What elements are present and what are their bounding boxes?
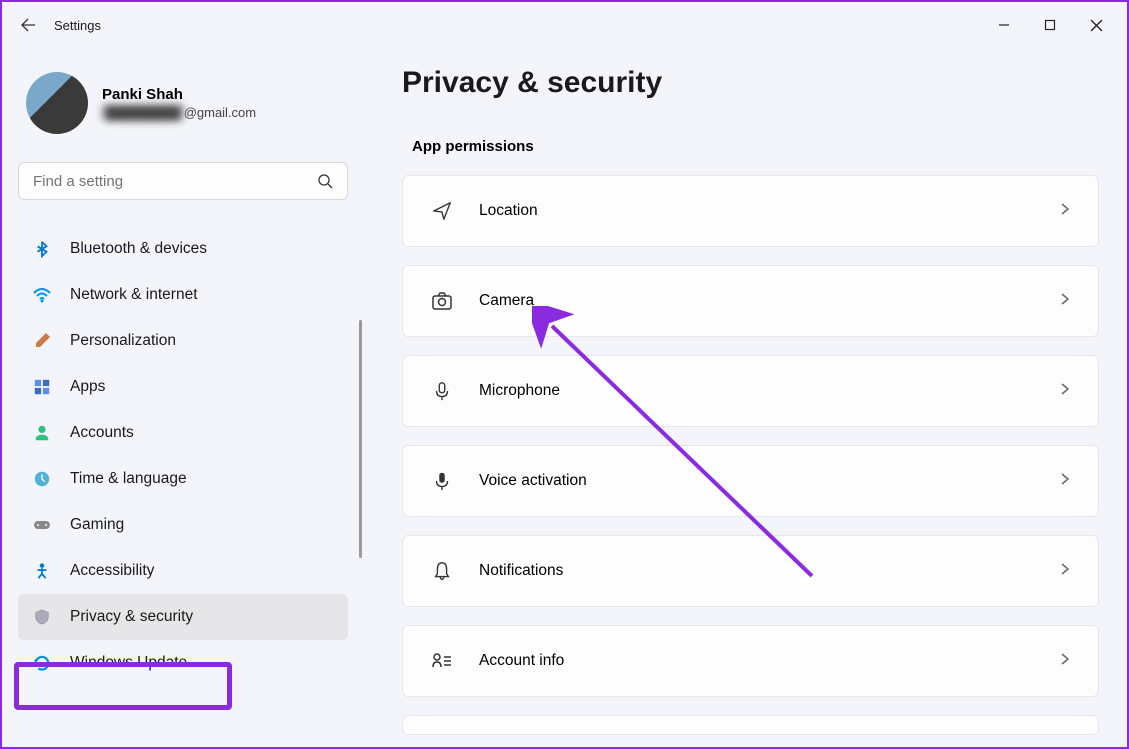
chevron-right-icon <box>1058 202 1072 221</box>
shield-icon <box>32 607 52 627</box>
sidebar-item-label: Apps <box>70 378 105 396</box>
sidebar-item-label: Gaming <box>70 516 124 534</box>
gamepad-icon <box>32 515 52 535</box>
search-wrap[interactable] <box>18 162 348 200</box>
account-info-icon <box>429 648 455 674</box>
card-partial[interactable] <box>402 715 1099 735</box>
voice-icon <box>429 468 455 494</box>
location-icon <box>429 198 455 224</box>
card-account-info[interactable]: Account info <box>402 625 1099 697</box>
profile-email: ████████@gmail.com <box>102 105 256 120</box>
avatar <box>26 72 88 134</box>
apps-icon <box>32 377 52 397</box>
sidebar-item-windows-update[interactable]: Windows Update <box>18 640 348 684</box>
sidebar-item-label: Time & language <box>70 470 187 488</box>
profile-section[interactable]: Panki Shah ████████@gmail.com <box>18 48 348 162</box>
sidebar-item-label: Accessibility <box>70 562 154 580</box>
sidebar-item-apps[interactable]: Apps <box>18 364 348 410</box>
page-title: Privacy & security <box>402 66 1099 100</box>
chevron-right-icon <box>1058 382 1072 401</box>
bell-icon <box>429 558 455 584</box>
minimize-icon <box>998 19 1010 31</box>
card-label: Microphone <box>479 382 560 400</box>
chevron-right-icon <box>1058 562 1072 581</box>
sidebar-item-label: Bluetooth & devices <box>70 240 207 258</box>
sidebar-item-bluetooth[interactable]: Bluetooth & devices <box>18 226 348 272</box>
person-icon <box>32 423 52 443</box>
minimize-button[interactable] <box>981 9 1027 41</box>
camera-icon <box>429 288 455 314</box>
chevron-right-icon <box>1058 292 1072 311</box>
wifi-icon <box>32 285 52 305</box>
card-camera[interactable]: Camera <box>402 265 1099 337</box>
sidebar-item-label: Privacy & security <box>70 608 193 626</box>
scrollbar[interactable] <box>359 320 362 558</box>
search-icon <box>317 173 333 189</box>
close-icon <box>1090 19 1103 32</box>
card-voice-activation[interactable]: Voice activation <box>402 445 1099 517</box>
card-location[interactable]: Location <box>402 175 1099 247</box>
sidebar-item-accounts[interactable]: Accounts <box>18 410 348 456</box>
sidebar-item-label: Network & internet <box>70 286 198 304</box>
back-button[interactable] <box>10 7 46 43</box>
chevron-right-icon <box>1058 652 1072 671</box>
card-label: Notifications <box>479 562 563 580</box>
section-header: App permissions <box>412 138 1099 155</box>
main-content: Privacy & security App permissions Locat… <box>364 48 1127 747</box>
sidebar-item-time-language[interactable]: Time & language <box>18 456 348 502</box>
nav-list: System Bluetooth & devices Network & int… <box>18 214 348 684</box>
sidebar-item-label: Accounts <box>70 424 134 442</box>
sidebar-item-accessibility[interactable]: Accessibility <box>18 548 348 594</box>
card-notifications[interactable]: Notifications <box>402 535 1099 607</box>
brush-icon <box>32 331 52 351</box>
sidebar-item-label: Windows Update <box>70 654 187 672</box>
sidebar-item-network[interactable]: Network & internet <box>18 272 348 318</box>
update-icon <box>32 653 52 673</box>
clock-icon <box>32 469 52 489</box>
card-microphone[interactable]: Microphone <box>402 355 1099 427</box>
card-label: Account info <box>479 652 564 670</box>
accessibility-icon <box>32 561 52 581</box>
maximize-button[interactable] <box>1027 9 1073 41</box>
microphone-icon <box>429 378 455 404</box>
maximize-icon <box>1044 19 1056 31</box>
profile-name: Panki Shah <box>102 86 256 103</box>
card-label: Voice activation <box>479 472 587 490</box>
window-title: Settings <box>54 18 101 33</box>
close-button[interactable] <box>1073 9 1119 41</box>
sidebar-item-privacy-security[interactable]: Privacy & security <box>18 594 348 640</box>
card-label: Camera <box>479 292 534 310</box>
sidebar: Panki Shah ████████@gmail.com System <box>2 48 364 747</box>
sidebar-item-system[interactable]: System <box>18 214 348 226</box>
arrow-left-icon <box>20 17 36 33</box>
card-label: Location <box>479 202 538 220</box>
sidebar-item-label: Personalization <box>70 332 176 350</box>
window-controls <box>981 9 1119 41</box>
chevron-right-icon <box>1058 472 1072 491</box>
titlebar: Settings <box>2 2 1127 48</box>
search-input[interactable] <box>33 173 317 190</box>
sidebar-item-personalization[interactable]: Personalization <box>18 318 348 364</box>
bluetooth-icon <box>32 239 52 259</box>
sidebar-item-gaming[interactable]: Gaming <box>18 502 348 548</box>
